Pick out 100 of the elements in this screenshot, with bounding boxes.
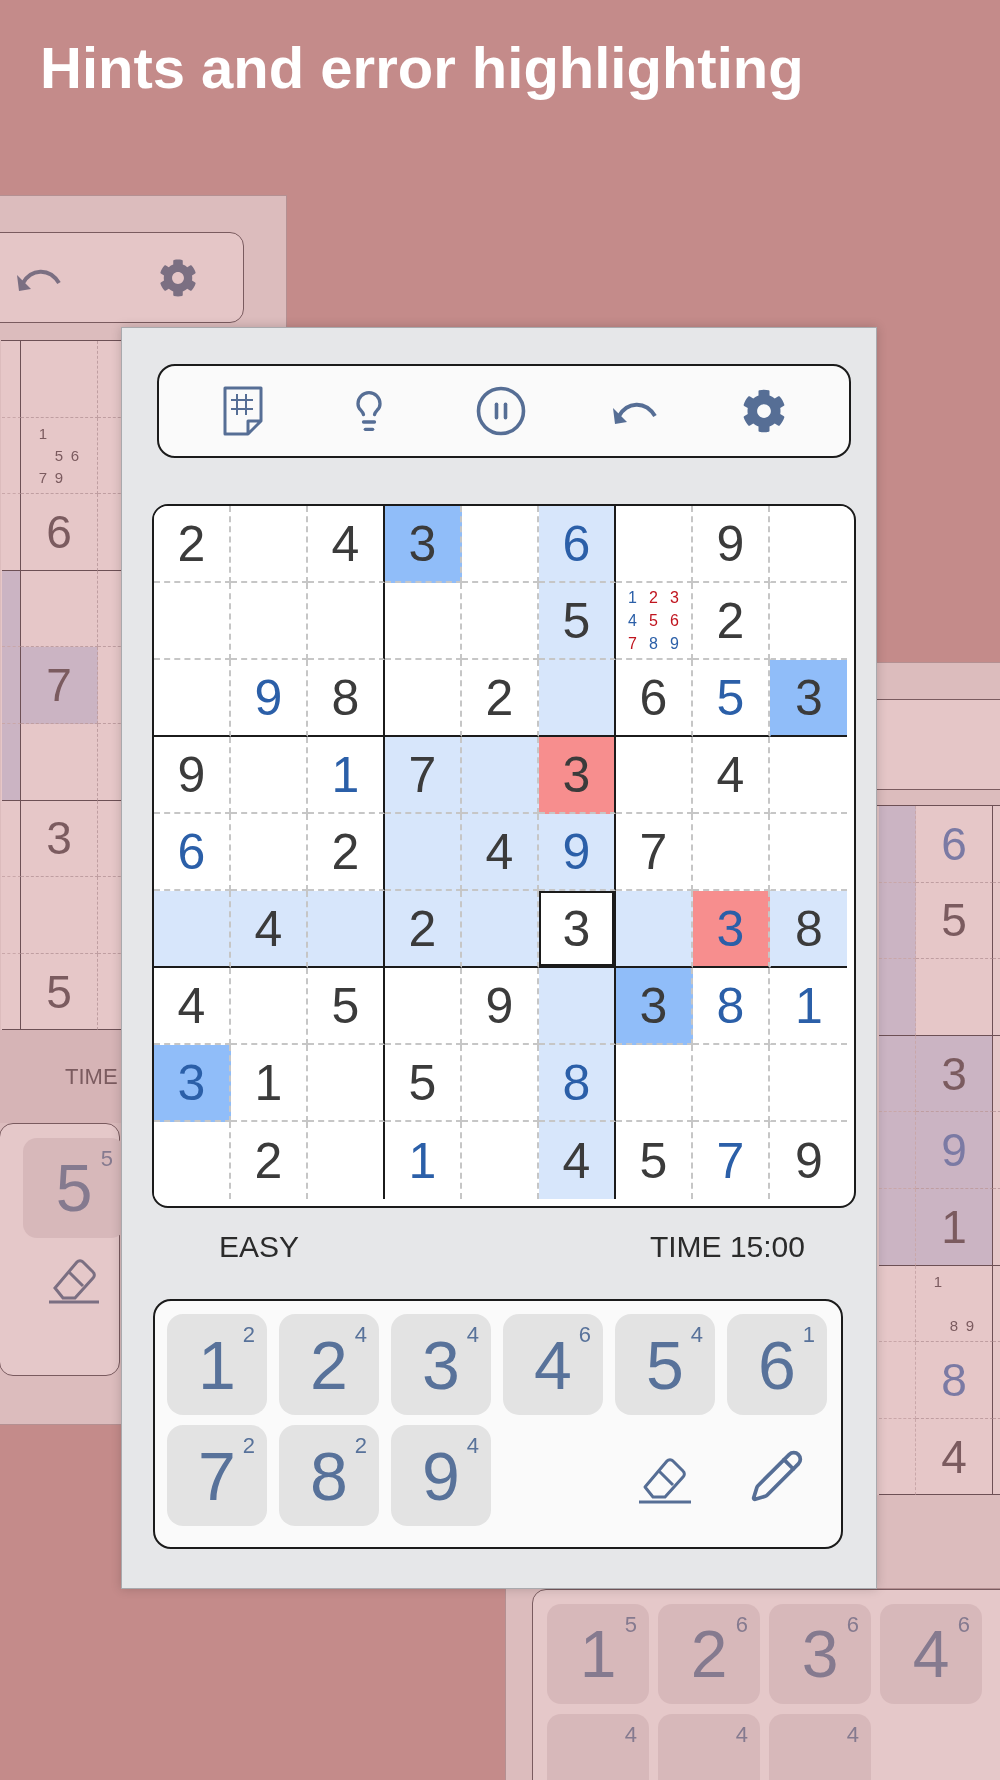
board-cell[interactable]: 6 [21,494,98,571]
board-cell[interactable] [21,570,98,648]
cell-digit: 1 [408,1135,437,1186]
cell-digit: 2 [485,672,514,723]
note-digit: 9 [670,634,679,653]
note-digit: 9 [54,468,64,486]
board-cell[interactable]: 2 [154,506,231,583]
board-cell[interactable]: 1 2 3 4 5 6 7 8 9 [616,583,693,660]
board-cell[interactable] [2,417,21,495]
note-digit: 1 [38,424,48,442]
board-cell[interactable] [879,1342,916,1419]
board-cell[interactable] [2,647,21,724]
note-digit: 7 [38,468,48,486]
board-cell[interactable]: 5 [385,1045,462,1122]
board-cell[interactable]: 5 [916,882,993,960]
board-cell[interactable]: 6 [154,814,231,891]
board-cell[interactable] [879,1112,916,1189]
note-digit: 2 [649,588,658,607]
board-cell[interactable]: 9 [539,814,616,891]
board-cell[interactable] [879,959,916,1036]
board-cell[interactable]: 1 [308,737,385,814]
timer-label: TIME [65,1063,118,1090]
board-cell[interactable]: 1 [231,1045,308,1122]
cell-digit: 7 [716,1135,745,1186]
cell-digit: 9 [177,749,206,800]
cell-digit: 8 [795,903,823,954]
board-cell[interactable]: 4 [539,1122,616,1199]
board-cell[interactable] [2,877,21,954]
board-cell[interactable] [308,583,385,660]
cell-digit: 3 [46,811,72,866]
board-cell[interactable]: 4 [154,968,231,1045]
board-cell[interactable]: 8 [693,968,770,1045]
cell-digit: 4 [716,749,745,800]
board-cell[interactable] [879,806,916,883]
board-cell[interactable]: 1 8 9 [916,1265,993,1343]
settings-icon[interactable] [159,258,197,297]
board-cell[interactable]: 9 [462,968,539,1045]
board-cell[interactable] [879,1265,916,1343]
board-cell[interactable]: 8 [308,660,385,737]
board-cell[interactable]: 5 [539,583,616,660]
cell-digit: 4 [177,980,206,1031]
board-cell[interactable]: 8 [539,1045,616,1122]
note-digit: 5 [54,446,64,464]
cell-digit: 3 [177,1057,206,1108]
board-cell[interactable]: 4 [462,814,539,891]
board-cell[interactable] [2,953,21,1030]
board-cell[interactable]: 5 [693,660,770,737]
board-cell[interactable]: 7 [616,814,693,891]
board-cell[interactable] [879,1418,916,1495]
board-cell[interactable] [879,1188,916,1266]
board-cell[interactable]: 5 [308,968,385,1045]
board-cell[interactable]: 8 [770,891,847,968]
board-cell[interactable]: 7 [385,737,462,814]
board-cell[interactable]: 2 [693,583,770,660]
board-cell[interactable]: 2 [308,814,385,891]
board-cell[interactable]: 3 [385,506,462,583]
board-cell[interactable]: 3 [770,660,847,737]
board-cell[interactable]: 2 [385,891,462,968]
board-cell[interactable]: 3 [616,968,693,1045]
board-cell[interactable]: 9 [154,737,231,814]
cell-digit: 8 [331,672,360,723]
board-cell[interactable]: 3 [539,737,616,814]
cell-digit: 9 [716,518,745,569]
cell-digit: 8 [941,1352,967,1407]
cell-digit: 3 [716,903,745,954]
board-cell[interactable] [2,341,21,418]
board-cell[interactable]: 6 [539,506,616,583]
board-cell[interactable]: 7 [21,647,98,724]
board-cell[interactable] [539,968,616,1045]
board-cell[interactable]: 3 [916,1035,993,1113]
board-cell[interactable] [21,341,98,418]
board-cell[interactable]: 2 [462,660,539,737]
board-cell[interactable] [21,877,98,954]
board-cell[interactable] [879,1035,916,1113]
board-cell[interactable] [2,800,21,878]
board-cell[interactable]: 3 [21,800,98,878]
board-cell[interactable]: 4 [693,737,770,814]
board-cell[interactable] [21,723,98,801]
board-cell[interactable] [308,1045,385,1122]
board-cell[interactable]: 3 [154,1045,231,1122]
board-cell[interactable] [2,723,21,801]
board-cell[interactable] [2,494,21,571]
board-cell[interactable]: 4 [231,891,308,968]
note-digit: 5 [649,611,658,630]
board-cell[interactable]: 4 [308,506,385,583]
board-cell[interactable] [916,959,993,1036]
board-cell[interactable]: 9 [231,660,308,737]
board-cell[interactable] [879,882,916,960]
board-cell[interactable] [539,660,616,737]
board-cell[interactable]: 9 [693,506,770,583]
cell-digit: 1 [941,1199,967,1254]
board-cell[interactable] [2,570,21,648]
cell-digit: 9 [795,1135,823,1186]
cell-digit: 2 [254,1135,283,1186]
board-cell[interactable]: 1 [916,1188,993,1266]
cell-digit: 7 [639,826,668,877]
board-cell[interactable]: 3 [539,891,616,968]
board-cell[interactable]: 1 5 6 7 9 [21,417,98,495]
board-cell[interactable]: 6 [616,660,693,737]
board-cell[interactable] [308,891,385,968]
